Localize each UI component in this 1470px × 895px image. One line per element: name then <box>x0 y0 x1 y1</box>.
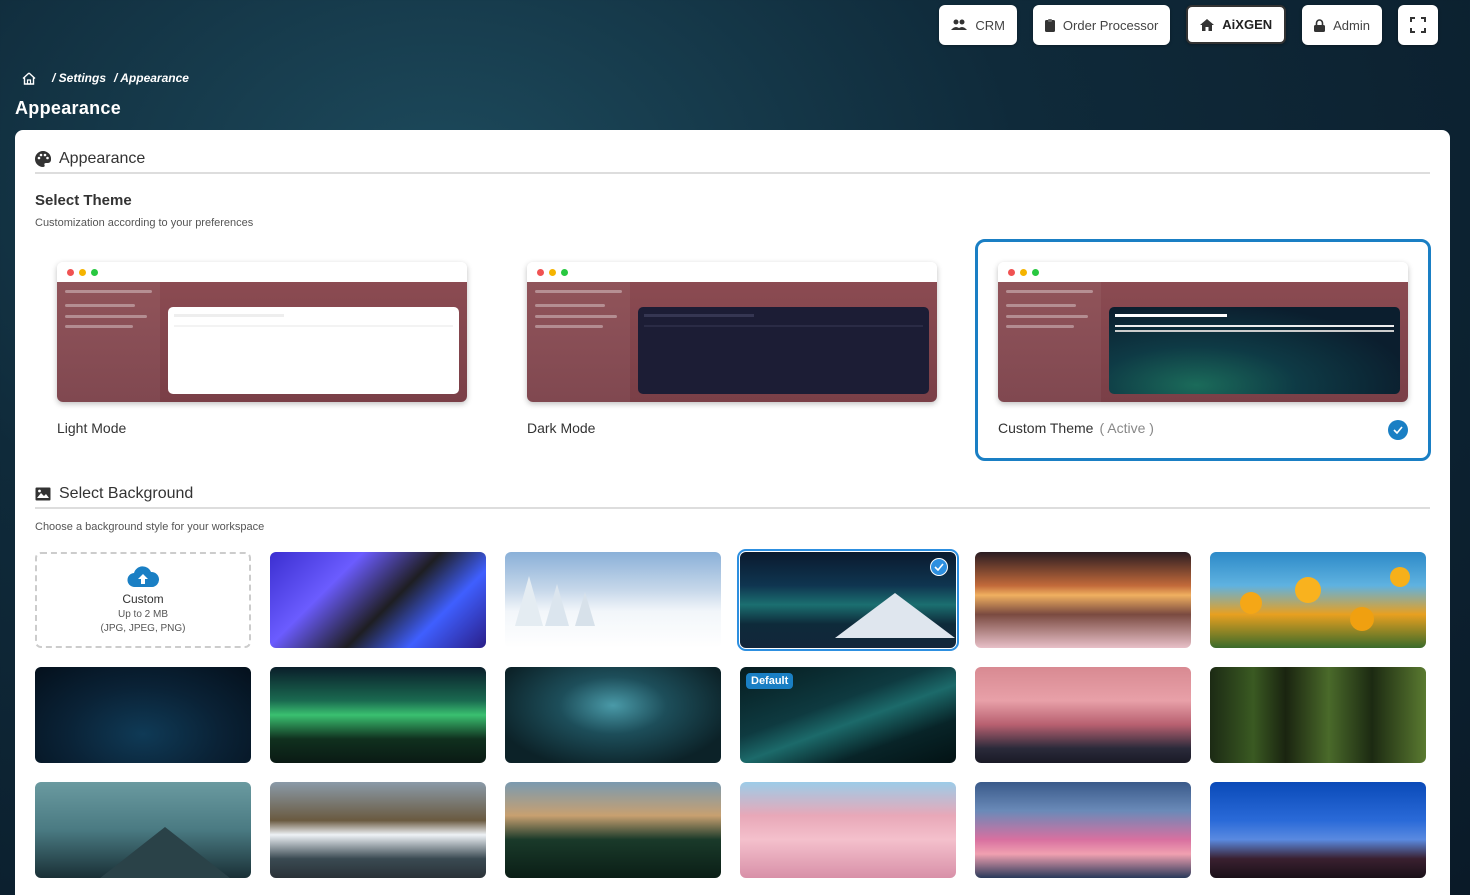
breadcrumb-appearance: / Appearance <box>114 71 189 85</box>
dark-mode-preview <box>527 262 937 402</box>
theme-label-custom: Custom Theme ( Active ) <box>998 420 1154 436</box>
selected-check-icon <box>1388 420 1408 440</box>
breadcrumb: / Settings / Appearance <box>22 71 189 85</box>
default-badge: Default <box>746 673 794 689</box>
aixgen-label: AiXGEN <box>1222 17 1273 32</box>
background-option-pink-sea[interactable] <box>975 782 1191 878</box>
background-option-ice-cave[interactable] <box>35 667 251 763</box>
page-title: Appearance <box>15 98 122 118</box>
background-option-foggy-bridge[interactable] <box>975 667 1191 763</box>
theme-option-custom[interactable]: Custom Theme ( Active ) <box>975 239 1431 461</box>
cloud-upload-icon <box>127 566 159 588</box>
top-nav-bar: CRM Order Processor AiXGEN Admin <box>939 5 1438 45</box>
background-grid: Custom Up to 2 MB (JPG, JPEG, PNG) Defau… <box>35 549 1426 878</box>
admin-button[interactable]: Admin <box>1302 5 1382 45</box>
background-option-pine-forest[interactable] <box>505 782 721 878</box>
background-option-snow-trees[interactable] <box>505 552 721 648</box>
background-option-green-aurora[interactable] <box>270 667 486 763</box>
dark-mode-label: Dark Mode <box>527 420 596 436</box>
image-icon <box>35 487 51 501</box>
background-option-cave-light[interactable] <box>505 667 721 763</box>
crm-button[interactable]: CRM <box>939 5 1017 45</box>
settings-card: Appearance Select Theme Customization ac… <box>15 130 1450 895</box>
select-theme-title: Select Theme <box>35 192 132 209</box>
theme-option-dark[interactable]: Dark Mode <box>505 240 961 462</box>
background-option-blue-mountain[interactable] <box>1210 782 1426 878</box>
custom-theme-label: Custom Theme <box>998 420 1094 436</box>
fullscreen-button[interactable] <box>1398 5 1438 45</box>
theme-label-light: Light Mode <box>57 420 126 436</box>
upload-title: Custom <box>122 592 164 606</box>
custom-theme-preview <box>998 262 1408 402</box>
background-section-title: Select Background <box>59 485 194 502</box>
background-option-sunset-snow[interactable] <box>975 552 1191 648</box>
aixgen-button[interactable]: AiXGEN <box>1186 5 1287 44</box>
order-processor-button[interactable]: Order Processor <box>1032 5 1171 45</box>
background-option-waterfall[interactable] <box>270 782 486 878</box>
background-option-forest[interactable] <box>1210 667 1426 763</box>
users-icon <box>951 19 968 30</box>
custom-upload-tile[interactable]: Custom Up to 2 MB (JPG, JPEG, PNG) <box>35 552 251 648</box>
order-processor-label: Order Processor <box>1062 17 1159 33</box>
selected-check-icon <box>930 558 948 576</box>
background-section-desc: Choose a background style for your works… <box>35 521 265 533</box>
lock-icon <box>1314 18 1326 32</box>
clipboard-icon <box>1044 18 1055 32</box>
background-option-teal-mountain[interactable] <box>35 782 251 878</box>
home-icon <box>1200 18 1215 31</box>
background-option-abstract-blue[interactable] <box>270 552 486 648</box>
admin-label: Admin <box>1333 17 1370 33</box>
appearance-section-header: Appearance <box>35 150 1430 174</box>
background-option-aurora-mountain[interactable] <box>737 549 959 651</box>
background-section-header: Select Background <box>35 485 1430 509</box>
light-mode-label: Light Mode <box>57 420 127 436</box>
background-option-poppies[interactable] <box>1210 552 1426 648</box>
background-option-cherry-blossom[interactable] <box>740 782 956 878</box>
theme-option-light[interactable]: Light Mode <box>35 240 491 462</box>
home-icon[interactable] <box>22 71 36 85</box>
appearance-section-title: Appearance <box>59 150 146 167</box>
select-theme-desc: Customization according to your preferen… <box>35 217 254 229</box>
theme-label-dark: Dark Mode <box>527 420 595 436</box>
active-status: ( Active ) <box>1099 420 1154 436</box>
upload-size: Up to 2 MB <box>117 609 169 620</box>
expand-icon <box>1410 17 1426 33</box>
light-mode-preview <box>57 262 467 402</box>
upload-formats: (JPG, JPEG, PNG) <box>100 623 186 634</box>
palette-icon <box>35 151 51 167</box>
crm-label: CRM <box>975 17 1005 33</box>
breadcrumb-settings[interactable]: / Settings <box>52 71 106 85</box>
background-option-default-wave[interactable]: Default <box>740 667 956 763</box>
